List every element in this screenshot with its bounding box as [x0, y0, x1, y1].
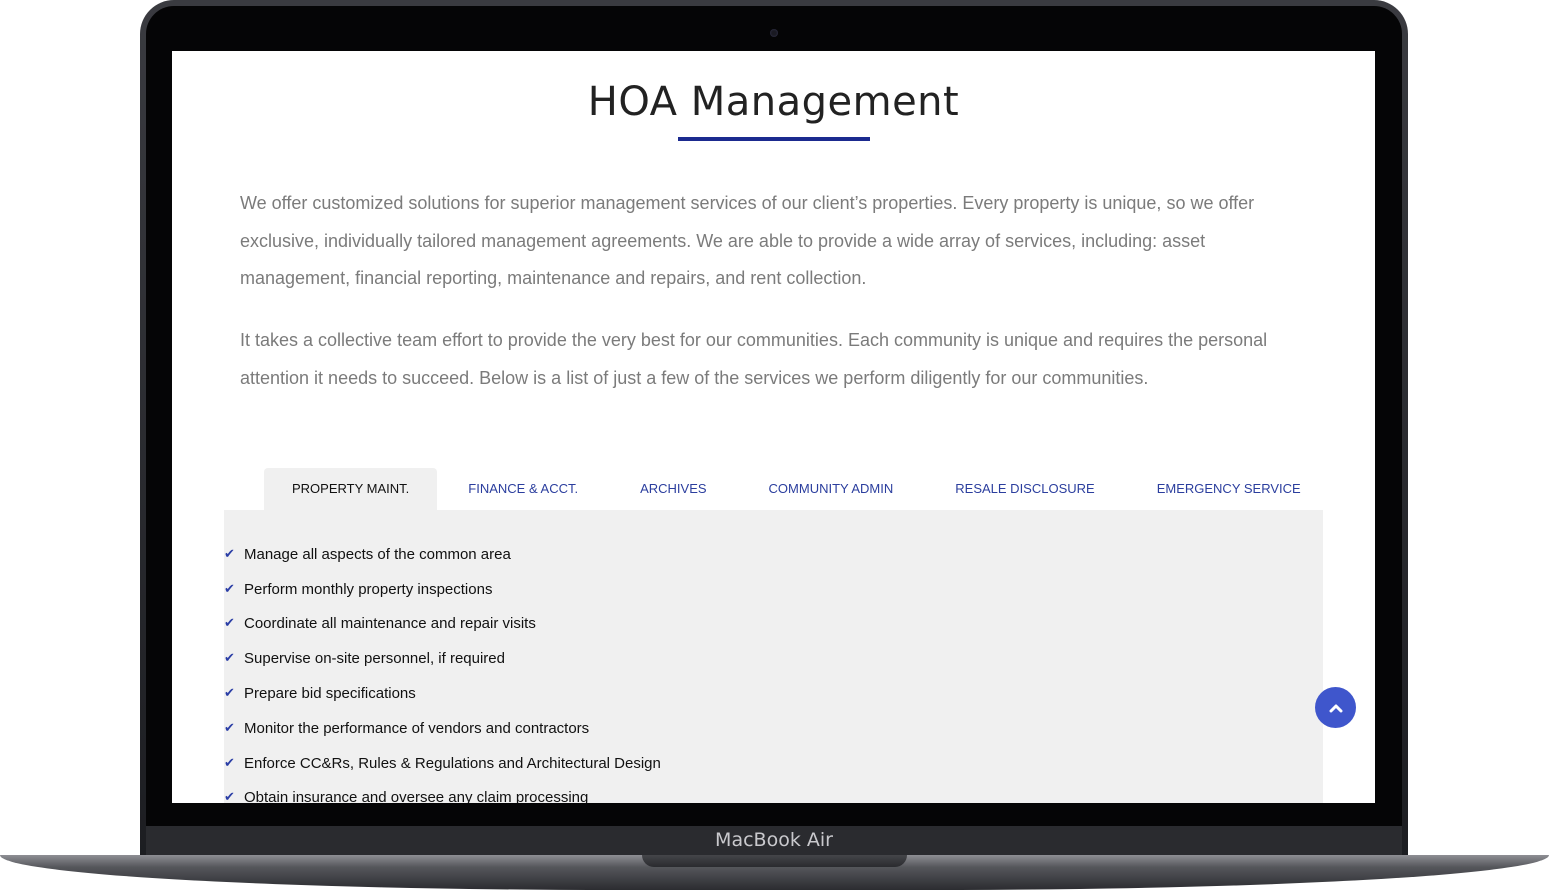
tab-emergency-service[interactable]: EMERGENCY SERVICE [1126, 468, 1332, 510]
list-item-label: Enforce CC&Rs, Rules & Regulations and A… [244, 754, 661, 772]
intro-paragraph: We offer customized solutions for superi… [240, 193, 1255, 288]
list-item-label: Obtain insurance and oversee any claim p… [244, 789, 589, 803]
list-item-label: Coordinate all maintenance and repair vi… [244, 615, 536, 633]
check-icon: ✔ [224, 720, 235, 736]
list-item-label: Prepare bid specifications [244, 685, 416, 703]
check-icon: ✔ [224, 546, 235, 562]
device-label: MacBook Air [715, 829, 833, 851]
list-item: ✔ Prepare bid specifications [224, 676, 661, 711]
list-item-label: Supervise on-site personnel, if required [244, 650, 505, 668]
list-item-label: Perform monthly property inspections [244, 580, 493, 598]
page-title: HOA Management [587, 79, 960, 125]
check-icon: ✔ [224, 651, 235, 667]
list-item: ✔ Coordinate all maintenance and repair v… [224, 607, 661, 642]
check-icon: ✔ [224, 581, 235, 597]
check-icon: ✔ [224, 616, 235, 632]
list-item: ✔ Perform monthly property inspections [224, 572, 661, 607]
scroll-to-top-button[interactable] [1315, 687, 1356, 728]
list-item: ✔ Manage all aspects of the common area [224, 537, 661, 572]
list-item: ✔ Supervise on-site personnel, if require… [224, 641, 661, 676]
list-item: ✔ Monitor the performance of vendors and … [224, 711, 661, 746]
tab-community-admin[interactable]: COMMUNITY ADMIN [738, 468, 925, 510]
list-item-label: Monitor the performance of vendors and c… [244, 719, 590, 737]
camera-icon [770, 29, 778, 37]
list-item-label: Manage all aspects of the common area [244, 545, 511, 563]
browser-screen: HOA Management We offer customized solut… [172, 51, 1375, 803]
check-icon: ✔ [224, 790, 235, 803]
check-icon: ✔ [224, 755, 235, 771]
tab-property-maint[interactable]: PROPERTY MAINT. [264, 468, 438, 510]
services-tabs: PROPERTY MAINT. FINANCE & ACCT. ARCHIVES… [264, 468, 1332, 510]
chevron-up-icon [1329, 704, 1342, 712]
intro-paragraph-secondary: It takes a collective team effort to pro… [240, 330, 1268, 388]
feature-list: ✔ Manage all aspects of the common area ✔… [224, 537, 661, 803]
tab-panel-property-maint: ✔ Manage all aspects of the common area ✔… [224, 510, 1323, 803]
title-underline [678, 137, 870, 141]
tab-archives[interactable]: ARCHIVES [609, 468, 737, 510]
tab-resale-disclosure[interactable]: RESALE DISCLOSURE [924, 468, 1125, 510]
check-icon: ✔ [224, 686, 235, 702]
list-item: ✔ Obtain insurance and oversee any claim … [224, 781, 661, 803]
laptop-hinge [642, 855, 907, 867]
tab-finance-acct[interactable]: FINANCE & ACCT. [437, 468, 609, 510]
list-item: ✔ Enforce CC&Rs, Rules & Regulations and … [224, 746, 661, 781]
